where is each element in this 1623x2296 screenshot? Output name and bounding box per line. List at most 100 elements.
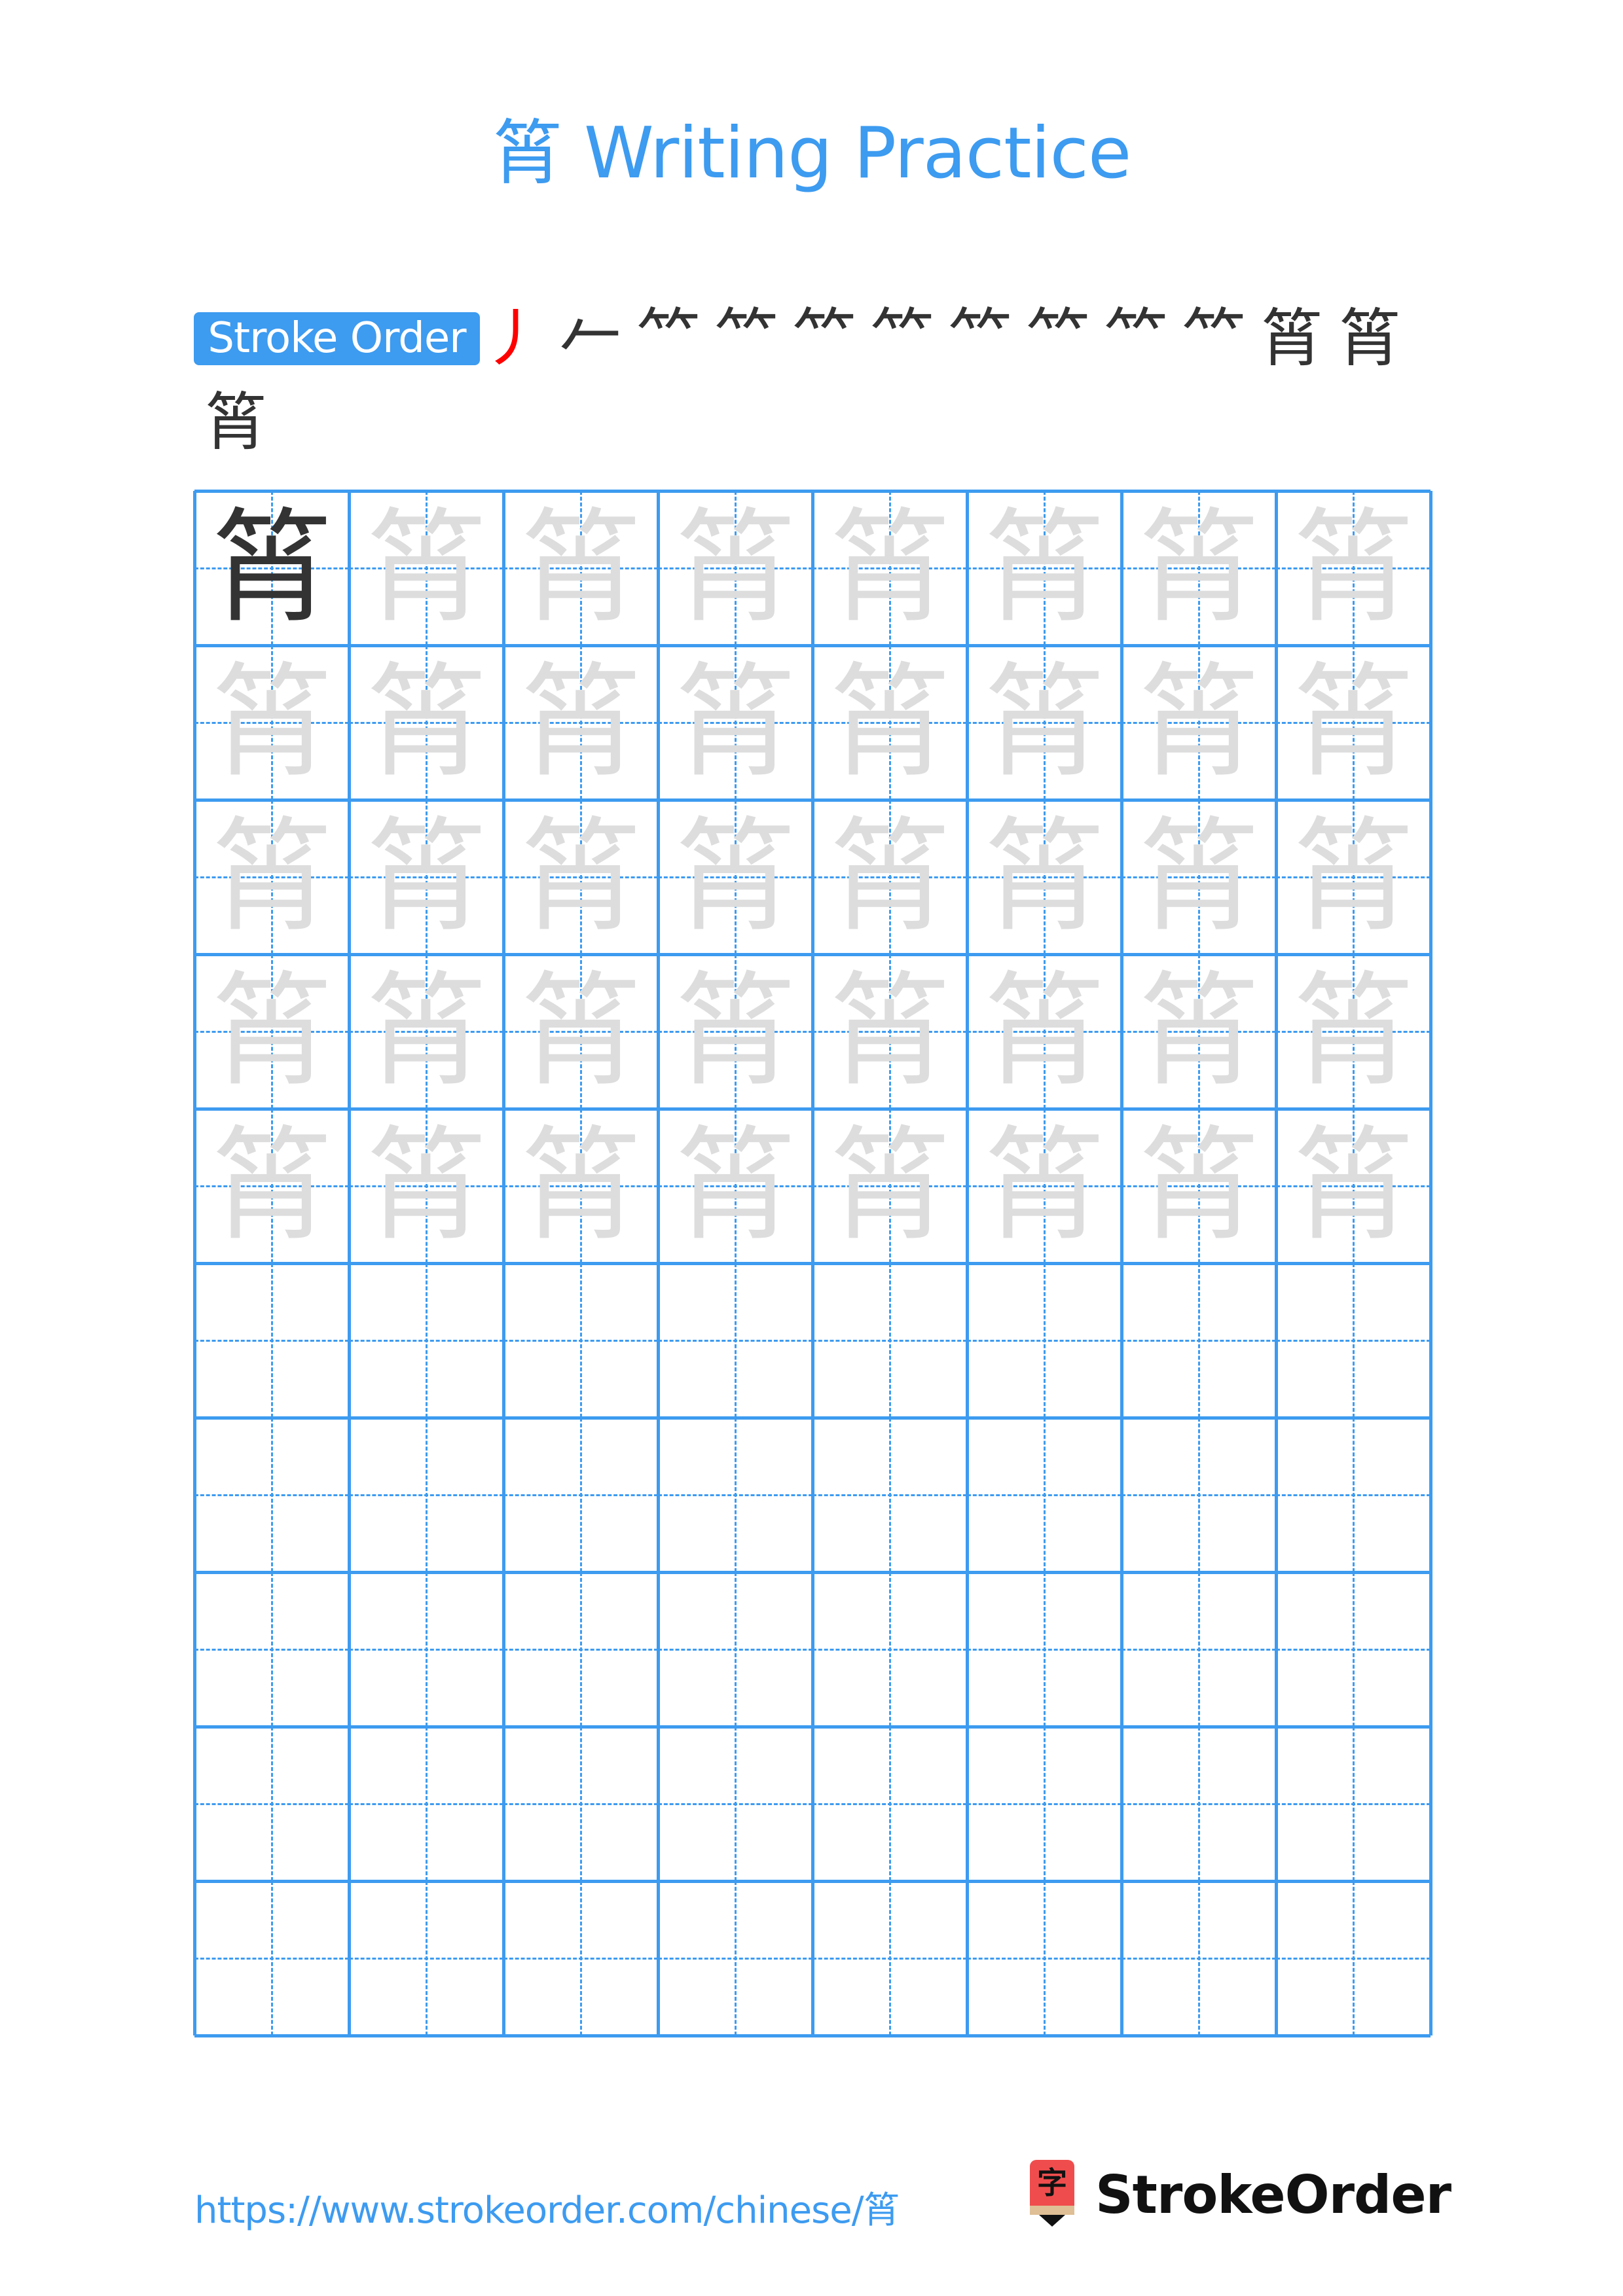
practice-cell[interactable] [812,1572,967,1727]
practice-cell[interactable] [1276,1418,1431,1572]
practice-cell[interactable] [349,1572,503,1727]
practice-cell[interactable]: 筲 [503,491,658,645]
guide-line-horizontal [812,1803,967,1805]
practice-cell[interactable] [349,1727,503,1881]
practice-cell[interactable]: 筲 [658,954,812,1109]
guide-line-horizontal [194,1340,349,1342]
practice-cell[interactable] [658,1263,812,1418]
practice-cell[interactable]: 筲 [1276,800,1431,954]
trace-character: 筲 [1137,805,1260,948]
practice-cell[interactable] [812,1881,967,2036]
guide-line-horizontal [812,1340,967,1342]
practice-cell[interactable]: 筲 [194,645,349,800]
practice-cell[interactable] [658,1881,812,2036]
practice-cell[interactable] [967,1263,1122,1418]
trace-character: 筲 [519,805,642,948]
practice-cell[interactable] [658,1572,812,1727]
practice-cell[interactable] [503,1572,658,1727]
practice-cell[interactable]: 筲 [503,800,658,954]
guide-line-horizontal [658,1649,812,1651]
practice-cell[interactable] [1276,1881,1431,2036]
practice-cell[interactable]: 筲 [967,954,1122,1109]
grid-line-horizontal [194,953,1431,956]
practice-cell[interactable] [658,1727,812,1881]
practice-cell[interactable]: 筲 [1122,1109,1276,1263]
practice-cell[interactable]: 筲 [503,645,658,800]
guide-line-horizontal [1276,1649,1431,1651]
practice-cell[interactable]: 筲 [1122,800,1276,954]
practice-cell[interactable] [349,1881,503,2036]
practice-cell[interactable]: 筲 [1276,954,1431,1109]
practice-cell[interactable]: 筲 [503,1109,658,1263]
practice-cell[interactable] [1276,1727,1431,1881]
practice-cell[interactable] [967,1572,1122,1727]
practice-cell[interactable]: 筲 [503,954,658,1109]
practice-cell[interactable] [349,1418,503,1572]
practice-cell[interactable] [1122,1727,1276,1881]
practice-cell[interactable]: 筲 [349,645,503,800]
practice-cell[interactable] [967,1418,1122,1572]
guide-line-horizontal [812,1958,967,1960]
trace-character: 筲 [674,651,797,794]
practice-cell[interactable]: 筲 [1276,1109,1431,1263]
guide-line-horizontal [658,1803,812,1805]
practice-cell[interactable]: 筲 [1122,645,1276,800]
practice-cell[interactable]: 筲 [967,491,1122,645]
practice-cell[interactable]: 筲 [658,491,812,645]
practice-cell[interactable]: 筲 [812,1109,967,1263]
guide-line-horizontal [1122,1803,1276,1805]
practice-cell[interactable]: 筲 [658,1109,812,1263]
practice-cell[interactable] [967,1881,1122,2036]
practice-cell[interactable]: 筲 [967,1109,1122,1263]
practice-cell[interactable]: 筲 [349,491,503,645]
practice-cell[interactable]: 筲 [658,645,812,800]
practice-cell[interactable]: 筲 [1122,954,1276,1109]
stroke-step-11: 筲 [1260,302,1323,375]
practice-cell[interactable] [1122,1572,1276,1727]
practice-cell[interactable] [194,1881,349,2036]
practice-cell[interactable] [967,1727,1122,1881]
practice-cell[interactable]: 筲 [812,645,967,800]
practice-cell[interactable]: 筲 [1122,491,1276,645]
practice-cell[interactable]: 筲 [812,800,967,954]
practice-cell[interactable]: 筲 [194,954,349,1109]
practice-cell[interactable]: 筲 [194,800,349,954]
practice-cell[interactable] [1122,1881,1276,2036]
trace-character: 筲 [983,651,1106,794]
practice-cell[interactable] [1122,1418,1276,1572]
practice-cell[interactable] [194,1727,349,1881]
practice-cell[interactable] [1276,1263,1431,1418]
practice-cell[interactable] [503,1727,658,1881]
footer-url-link[interactable]: https://www.strokeorder.com/chinese/筲 [194,2185,900,2237]
practice-cell[interactable]: 筲 [812,954,967,1109]
practice-cell[interactable] [349,1263,503,1418]
stroke-step-6: ⺮ [871,302,934,375]
practice-cell[interactable]: 筲 [1276,645,1431,800]
practice-cell[interactable] [1122,1263,1276,1418]
practice-cell[interactable]: 筲 [1276,491,1431,645]
guide-line-horizontal [1276,1494,1431,1496]
practice-cell[interactable] [503,1418,658,1572]
practice-cell[interactable]: 筲 [194,491,349,645]
practice-cell[interactable] [1276,1572,1431,1727]
practice-cell[interactable]: 筲 [658,800,812,954]
strokeorder-logo[interactable]: 字 StrokeOrder [1030,2160,1475,2238]
practice-cell[interactable]: 筲 [967,800,1122,954]
practice-cell[interactable]: 筲 [349,1109,503,1263]
practice-cell[interactable] [812,1727,967,1881]
practice-cell[interactable] [503,1881,658,2036]
practice-cell[interactable]: 筲 [967,645,1122,800]
practice-cell[interactable] [503,1263,658,1418]
practice-cell[interactable]: 筲 [194,1109,349,1263]
practice-cell[interactable] [812,1263,967,1418]
practice-cell[interactable] [658,1418,812,1572]
practice-cell[interactable] [194,1418,349,1572]
practice-cell[interactable] [194,1572,349,1727]
trace-character: 筲 [210,1114,333,1257]
practice-cell[interactable]: 筲 [812,491,967,645]
practice-cell[interactable] [812,1418,967,1572]
practice-cell[interactable] [194,1263,349,1418]
practice-cell[interactable]: 筲 [349,800,503,954]
pencil-wood [1030,2206,1074,2215]
practice-cell[interactable]: 筲 [349,954,503,1109]
